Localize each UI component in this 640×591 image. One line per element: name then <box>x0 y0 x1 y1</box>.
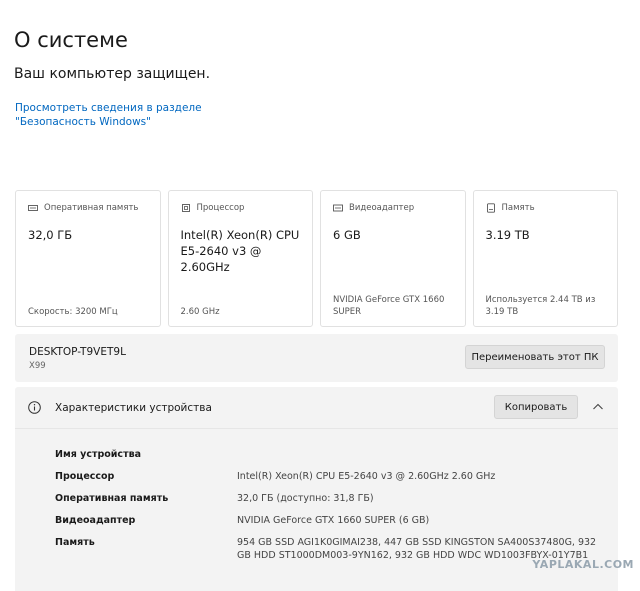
spec-label: Оперативная память <box>55 493 169 504</box>
storage-card-foot: Используется 2.44 TB из 3.19 TB <box>485 295 596 317</box>
ram-card-foot: Скорость: 3200 МГц <box>28 307 118 317</box>
ram-card-label: Оперативная память <box>44 203 139 213</box>
spec-row: Оперативная память 32,0 ГБ (доступно: 31… <box>15 487 618 509</box>
cpu-card-label: Процессор <box>196 203 245 213</box>
gpu-card-value: 6 GB <box>333 228 361 242</box>
device-specs-title: Характеристики устройства <box>55 402 212 414</box>
device-specs-panel: Характеристики устройства Копировать Имя… <box>15 387 618 591</box>
ram-card: Оперативная память 32,0 ГБ Скорость: 320… <box>15 190 161 327</box>
watermark: YAPLAKAL.COM <box>532 558 634 571</box>
storage-card-label: Память <box>501 203 535 213</box>
storage-icon <box>486 203 496 213</box>
cpu-card-value: Intel(R) Xeon(R) CPU E5-2640 v3 @ 2.60GH… <box>180 228 300 274</box>
ram-card-value: 32,0 ГБ <box>28 228 73 242</box>
page-title: О системе <box>14 28 128 52</box>
storage-card: Память 3.19 TB Используется 2.44 TB из 3… <box>472 190 618 327</box>
device-specs-header[interactable]: Характеристики устройства Копировать <box>15 387 618 429</box>
gpu-card-label: Видеоадаптер <box>349 203 415 213</box>
spec-label: Видеоадаптер <box>55 515 136 526</box>
ram-icon <box>28 203 38 213</box>
info-icon <box>28 401 41 414</box>
spec-label: Память <box>55 537 95 548</box>
gpu-card-foot: NVIDIA GeForce GTX 1660 SUPER <box>333 295 445 317</box>
spec-label: Имя устройства <box>55 449 141 460</box>
spec-row: Процессор Intel(R) Xeon(R) CPU E5-2640 v… <box>15 465 618 487</box>
device-model: X99 <box>29 361 46 371</box>
device-name: DESKTOP-T9VET9L <box>29 346 126 358</box>
summary-cards: Оперативная память 32,0 ГБ Скорость: 320… <box>15 190 618 327</box>
device-name-bar: DESKTOP-T9VET9L X99 Переименовать этот П… <box>15 334 618 382</box>
cpu-icon <box>181 203 191 213</box>
gpu-card: Видеоадаптер 6 GB NVIDIA GeForce GTX 166… <box>320 190 466 327</box>
windows-security-link[interactable]: Просмотреть сведения в разделе "Безопасн… <box>15 101 265 129</box>
chevron-up-icon[interactable] <box>592 402 604 412</box>
copy-button[interactable]: Копировать <box>494 395 578 419</box>
spec-row: Видеоадаптер NVIDIA GeForce GTX 1660 SUP… <box>15 509 618 531</box>
cpu-card-foot: 2.60 GHz <box>180 307 220 317</box>
spec-value: NVIDIA GeForce GTX 1660 SUPER (6 GB) <box>237 515 430 526</box>
spec-row: Память 954 GB SSD AGI1K0GIMAI238, 447 GB… <box>15 531 618 591</box>
spec-value: Intel(R) Xeon(R) CPU E5-2640 v3 @ 2.60GH… <box>237 471 496 482</box>
rename-pc-button[interactable]: Переименовать этот ПК <box>465 345 605 369</box>
gpu-icon <box>333 203 343 213</box>
cpu-card: Процессор Intel(R) Xeon(R) CPU E5-2640 v… <box>167 190 313 327</box>
device-specs-list: Имя устройства Процессор Intel(R) Xeon(R… <box>15 443 618 591</box>
spec-row: Имя устройства <box>15 443 618 465</box>
security-status-text: Ваш компьютер защищен. <box>14 66 211 82</box>
spec-label: Процессор <box>55 471 115 482</box>
spec-value: 32,0 ГБ (доступно: 31,8 ГБ) <box>237 493 374 504</box>
storage-card-value: 3.19 TB <box>485 228 530 242</box>
